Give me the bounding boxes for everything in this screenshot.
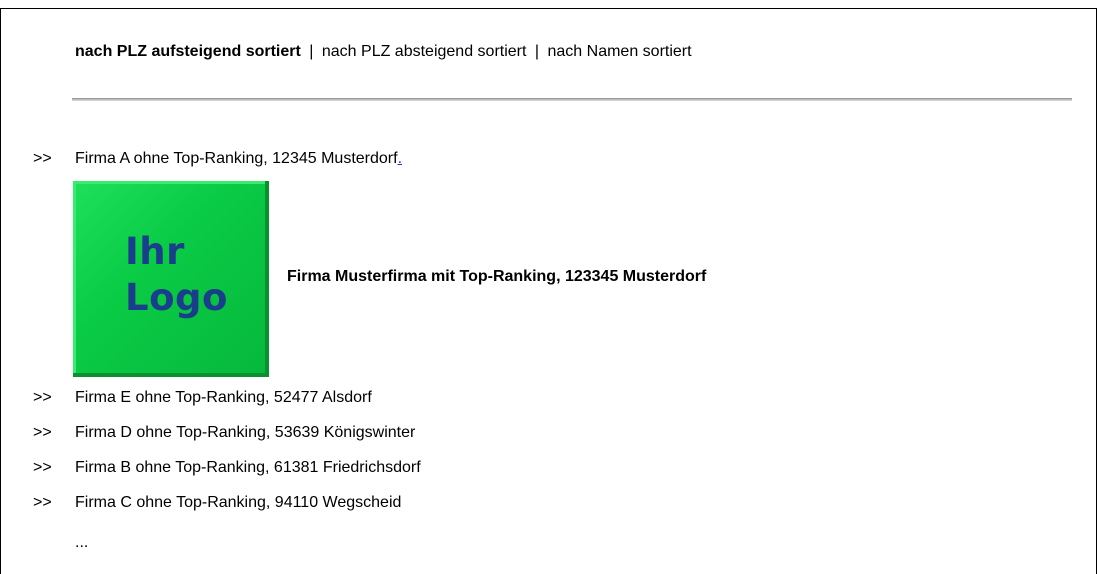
list-item: >> Firma A ohne Top-Ranking, 12345 Muster…	[33, 150, 402, 168]
list-item: >> Firma B ohne Top-Ranking, 61381 Friedr…	[33, 459, 421, 477]
link-suffix[interactable]: .	[398, 150, 402, 167]
sort-bar: nach PLZ aufsteigend sortiert | nach PLZ…	[75, 43, 692, 61]
arrow-marker: >>	[33, 150, 52, 167]
company-link[interactable]: Firma A ohne Top-Ranking, 12345 Musterdo…	[75, 150, 398, 167]
company-link[interactable]: Firma C ohne Top-Ranking, 94110 Wegschei…	[75, 494, 401, 511]
arrow-marker: >>	[33, 424, 52, 441]
company-link[interactable]: Firma E ohne Top-Ranking, 52477 Alsdorf	[75, 389, 372, 406]
list-item: >> Firma E ohne Top-Ranking, 52477 Alsdor…	[33, 389, 372, 407]
sort-separator: |	[309, 43, 314, 60]
more-indicator: ...	[75, 534, 89, 551]
company-logo[interactable]: Ihr Logo	[73, 181, 269, 377]
arrow-marker: >>	[33, 494, 52, 511]
sort-plz-asc-link[interactable]: nach PLZ aufsteigend sortiert	[75, 43, 301, 60]
divider	[72, 98, 1072, 101]
sort-plz-desc-link[interactable]: nach PLZ absteigend sortiert	[322, 43, 527, 60]
list-item: >> Firma C ohne Top-Ranking, 94110 Wegsch…	[33, 494, 401, 512]
list-item: >> Firma D ohne Top-Ranking, 53639 Königs…	[33, 424, 415, 442]
featured-company-link[interactable]: Firma Musterfirma mit Top-Ranking, 12334…	[287, 268, 706, 286]
logo-text: Ihr Logo	[125, 230, 228, 319]
sort-name-link[interactable]: nach Namen sortiert	[548, 43, 692, 60]
arrow-marker: >>	[33, 459, 52, 476]
arrow-marker: >>	[33, 389, 52, 406]
company-link[interactable]: Firma D ohne Top-Ranking, 53639 Königswi…	[75, 424, 415, 441]
sort-separator: |	[534, 43, 540, 60]
company-link[interactable]: Firma B ohne Top-Ranking, 61381 Friedric…	[75, 459, 421, 476]
